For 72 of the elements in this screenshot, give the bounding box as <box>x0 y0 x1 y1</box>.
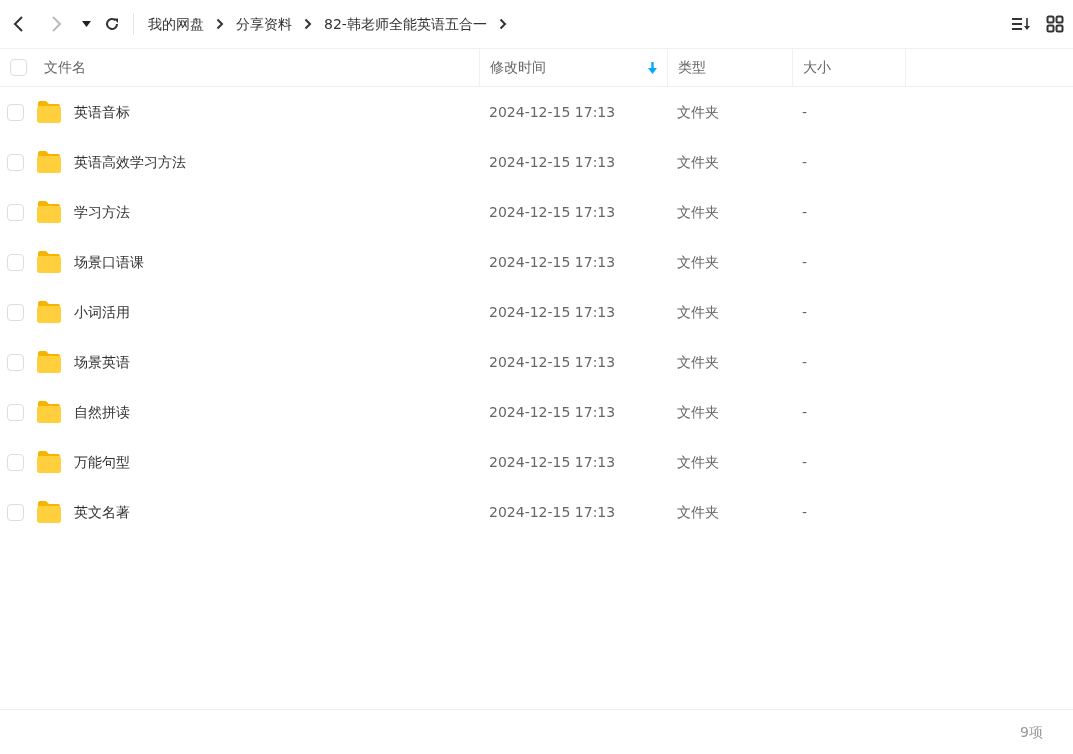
file-name[interactable]: 英语高效学习方法 <box>74 151 186 173</box>
file-type: 文件夹 <box>677 154 719 170</box>
breadcrumb-link[interactable]: 82-韩老师全能英语五合一 <box>324 13 487 35</box>
file-size: - <box>802 354 808 370</box>
folder-icon <box>36 300 62 324</box>
file-type: 文件夹 <box>677 104 719 120</box>
modified-time: 2024-12-15 17:13 <box>489 504 616 520</box>
checkbox[interactable] <box>7 203 24 221</box>
modified-time: 2024-12-15 17:13 <box>489 454 616 470</box>
file-name[interactable]: 英语音标 <box>74 101 130 123</box>
modified-time: 2024-12-15 17:13 <box>489 204 616 220</box>
chevron-right-icon <box>304 18 312 30</box>
modified-time: 2024-12-15 17:13 <box>489 104 616 120</box>
modified-time: 2024-12-15 17:13 <box>489 154 616 170</box>
file-name[interactable]: 英文名著 <box>74 501 130 523</box>
file-size: - <box>802 504 808 520</box>
file-size: - <box>802 104 808 120</box>
file-type: 文件夹 <box>677 254 719 270</box>
folder-icon <box>36 100 62 124</box>
folder-icon <box>36 400 62 424</box>
checkbox[interactable] <box>7 153 24 171</box>
chevron-right-icon <box>216 18 224 30</box>
file-size: - <box>802 404 808 420</box>
column-header[interactable]: 修改时间 <box>490 57 546 78</box>
chevron-right-icon <box>49 15 63 33</box>
checkbox[interactable] <box>7 403 24 421</box>
file-name[interactable]: 学习方法 <box>74 201 130 223</box>
file-type: 文件夹 <box>677 304 719 320</box>
sort-icon <box>1011 16 1031 32</box>
item-count: 9项 <box>1020 722 1043 742</box>
file-type: 文件夹 <box>677 454 719 470</box>
folder-icon <box>36 500 62 524</box>
breadcrumb-link[interactable]: 分享资料 <box>236 13 292 35</box>
chevron-right-icon <box>498 18 507 30</box>
checkbox[interactable] <box>7 253 24 271</box>
modified-time: 2024-12-15 17:13 <box>489 254 616 270</box>
modified-time: 2024-12-15 17:13 <box>489 304 616 320</box>
file-size: - <box>802 254 808 270</box>
file-type: 文件夹 <box>677 504 719 520</box>
file-name[interactable]: 自然拼读 <box>74 401 130 423</box>
file-type: 文件夹 <box>677 354 719 370</box>
checkbox[interactable] <box>7 303 24 321</box>
checkbox[interactable] <box>7 353 24 371</box>
file-size: - <box>802 454 808 470</box>
file-size: - <box>802 304 808 320</box>
chevron-left-icon <box>11 15 25 33</box>
folder-icon <box>36 250 62 274</box>
refresh-icon <box>104 16 120 32</box>
modified-time: 2024-12-15 17:13 <box>489 404 616 420</box>
file-size: - <box>802 204 808 220</box>
file-name[interactable]: 万能句型 <box>74 451 130 473</box>
folder-icon <box>36 200 62 224</box>
column-header[interactable]: 大小 <box>803 57 831 78</box>
column-header[interactable]: 文件名 <box>44 57 86 78</box>
file-type: 文件夹 <box>677 204 719 220</box>
file-type: 文件夹 <box>677 404 719 420</box>
file-name[interactable]: 小词活用 <box>74 301 130 323</box>
checkbox[interactable] <box>7 453 24 471</box>
breadcrumb-link[interactable]: 我的网盘 <box>148 13 204 35</box>
checkbox[interactable] <box>7 103 24 121</box>
column-header[interactable]: 类型 <box>678 57 706 78</box>
modified-time: 2024-12-15 17:13 <box>489 354 616 370</box>
checkbox[interactable] <box>7 503 24 521</box>
checkbox[interactable] <box>10 59 27 76</box>
folder-icon <box>36 150 62 174</box>
folder-icon <box>36 450 62 474</box>
grid-icon <box>1046 15 1064 33</box>
file-name[interactable]: 场景英语 <box>74 351 130 373</box>
file-size: - <box>802 154 808 170</box>
file-name[interactable]: 场景口语课 <box>74 251 144 273</box>
caret-down-icon <box>81 21 91 27</box>
folder-icon <box>36 350 62 374</box>
